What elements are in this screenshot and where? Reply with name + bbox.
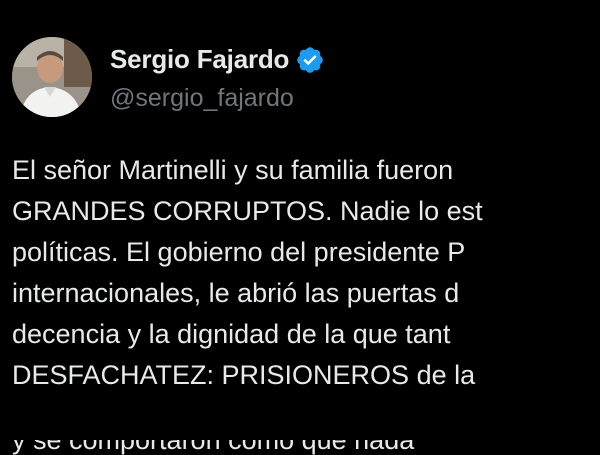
name-row: Sergio Fajardo: [110, 42, 325, 78]
tweet-text-line: decencia y la dignidad de la que tant: [12, 319, 451, 349]
tweet-header: Sergio Fajardo @sergio_fajardo: [12, 34, 325, 120]
verified-badge-icon: [295, 45, 325, 75]
tweet-text-line: El señor Martinelli y su familia fueron: [12, 155, 454, 185]
tweet-text-line: internacionales, le abrió las puertas d: [12, 278, 460, 308]
tweet-text-cutoff: y se comportaron como que nada: [12, 440, 600, 455]
author-names: Sergio Fajardo @sergio_fajardo: [110, 42, 325, 113]
avatar[interactable]: [12, 37, 92, 117]
tweet-text-line-partial: y se comportaron como que nada: [12, 440, 415, 455]
tweet-text-line: GRANDES CORRUPTOS. Nadie lo est: [12, 196, 483, 226]
tweet-text-line: DESFACHATEZ: PRISIONEROS de la: [12, 360, 476, 390]
tweet-text: El señor Martinelli y su familia fueron …: [12, 150, 600, 396]
tweet: Sergio Fajardo @sergio_fajardo El señor …: [0, 0, 600, 455]
author-handle[interactable]: @sergio_fajardo: [110, 84, 325, 113]
tweet-text-line: políticas. El gobierno del presidente P: [12, 237, 466, 267]
author-display-name[interactable]: Sergio Fajardo: [110, 44, 289, 75]
profile-photo: [12, 37, 92, 117]
